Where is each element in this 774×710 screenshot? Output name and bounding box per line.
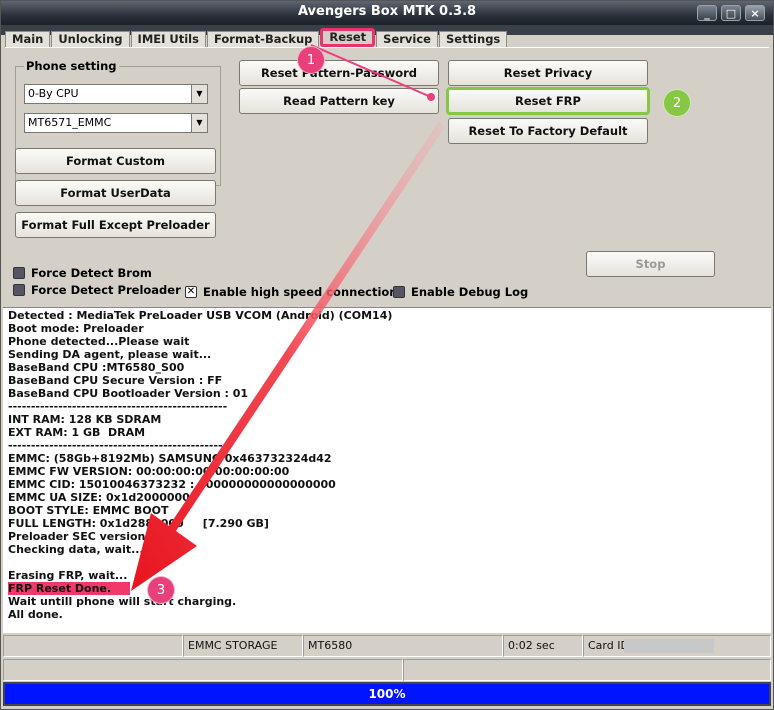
log-line: All done. (8, 608, 63, 621)
reset-factory-button[interactable]: Reset To Factory Default (448, 118, 648, 144)
log-separator: ----------------------------------------… (8, 439, 228, 452)
high-speed-checkbox[interactable]: ✕ Enable high speed connection (185, 285, 397, 299)
reset-privacy-button[interactable]: Reset Privacy (448, 60, 648, 86)
minimize-button[interactable]: _ (697, 5, 717, 21)
status-cell-empty (3, 635, 183, 657)
stop-button[interactable]: Stop (586, 251, 715, 277)
reset-panel: Phone setting 0-By CPU ▼ MT6571_EMMC ▼ F… (5, 47, 769, 307)
reset-pattern-button[interactable]: Reset Pattern-Password (239, 60, 439, 86)
status-card-id: Card ID (583, 635, 771, 657)
progress-bar: 100% (3, 682, 771, 706)
model-select[interactable]: MT6571_EMMC ▼ (24, 113, 208, 133)
log-line: EMMC FW VERSION: 00:00:00:00:00:00:00:00 (8, 465, 290, 478)
step-1-badge: 1 (297, 46, 325, 74)
model-select-value: MT6571_EMMC (28, 116, 112, 129)
read-pattern-button[interactable]: Read Pattern key (239, 88, 439, 114)
log-line: BaseBand CPU :MT6580_S00 (8, 361, 185, 374)
status-bar-secondary (3, 659, 771, 681)
format-full-button[interactable]: Format Full Except Preloader (15, 212, 216, 238)
debug-log-checkbox[interactable]: Enable Debug Log (393, 285, 528, 299)
log-line: Detected : MediaTek PreLoader USB VCOM (… (8, 309, 393, 322)
chevron-down-icon[interactable]: ▼ (191, 114, 207, 132)
log-line: Sending DA agent, please wait... (8, 348, 212, 361)
log-line: INT RAM: 128 KB SDRAM (8, 413, 162, 426)
tab-imei-utils[interactable]: IMEI Utils (130, 31, 206, 47)
step-2-badge: 2 (663, 89, 691, 117)
maximize-button[interactable]: □ (721, 5, 741, 21)
close-button[interactable]: × (745, 5, 765, 21)
app-window: Avengers Box MTK 0.3.8 _ □ × Main Unlock… (0, 0, 774, 710)
log-line: Wait untill phone will start charging. (8, 595, 237, 608)
tab-settings[interactable]: Settings (438, 31, 508, 47)
card-id-label: Card ID (588, 639, 629, 652)
force-brom-label: Force Detect Brom (31, 266, 152, 280)
log-line: Preloader SEC version: 2 (8, 530, 162, 543)
log-line: EMMC UA SIZE: 0x1d2000000 (8, 491, 190, 504)
tab-service[interactable]: Service (376, 31, 438, 47)
status-bar: EMMC STORAGE MT6580 0:02 sec Card ID (3, 635, 771, 657)
checkbox-unchecked-icon[interactable] (393, 286, 405, 298)
format-custom-button[interactable]: Format Custom (15, 148, 216, 174)
log-line: Erasing FRP, wait... (8, 569, 128, 582)
log-line: EMMC: (58Gb+8192Mb) SAMSUNG 0x463732324d… (8, 452, 332, 465)
cpu-select[interactable]: 0-By CPU ▼ (24, 84, 208, 104)
step-3-badge: 3 (147, 576, 175, 604)
log-line: FULL LENGTH: 0x1d2880000 [7.290 GB] (8, 517, 269, 530)
reset-frp-button[interactable]: Reset FRP (446, 87, 650, 115)
log-line: BaseBand CPU Bootloader Version : 01 (8, 387, 249, 400)
checkbox-unchecked-icon[interactable] (13, 284, 25, 296)
log-line: EMMC CID: 15010046373232 : 0000000000000… (8, 478, 336, 491)
status-storage: EMMC STORAGE (183, 635, 303, 657)
phone-setting-title: Phone setting (24, 59, 119, 73)
checkbox-checked-icon[interactable]: ✕ (185, 286, 197, 298)
chevron-down-icon[interactable]: ▼ (191, 85, 207, 103)
log-line: BaseBand CPU Secure Version : FF (8, 374, 223, 387)
format-userdata-button[interactable]: Format UserData (15, 180, 216, 206)
tab-format-backup[interactable]: Format-Backup (206, 31, 320, 47)
cpu-select-value: 0-By CPU (28, 87, 79, 100)
tab-bar: Main Unlocking IMEI Utils Format-Backup … (5, 28, 508, 47)
log-output[interactable]: Detected : MediaTek PreLoader USB VCOM (… (3, 307, 771, 633)
log-separator: ----------------------------------------… (8, 400, 228, 413)
log-line: Checking data, wait... (8, 543, 144, 556)
tab-reset[interactable]: Reset (320, 28, 376, 47)
checkbox-unchecked-icon[interactable] (13, 267, 25, 279)
tab-main[interactable]: Main (5, 31, 51, 47)
status-cell-empty (3, 659, 403, 681)
force-preloader-checkbox[interactable]: Force Detect Preloader (13, 283, 181, 297)
title-bar[interactable]: Avengers Box MTK 0.3.8 _ □ × (1, 1, 773, 25)
window-title: Avengers Box MTK 0.3.8 (297, 4, 477, 19)
debug-log-label: Enable Debug Log (411, 285, 529, 299)
card-id-redacted (624, 639, 714, 653)
log-line: EXT RAM: 1 GB DRAM (8, 426, 146, 439)
status-time: 0:02 sec (503, 635, 583, 657)
log-line: BOOT STYLE: EMMC BOOT (8, 504, 169, 517)
status-chip: MT6580 (303, 635, 503, 657)
status-cell-empty (403, 659, 771, 681)
log-line-frp-done: FRP Reset Done. (8, 582, 130, 595)
log-line: Boot mode: Preloader (8, 322, 144, 335)
high-speed-label: Enable high speed connection (203, 285, 398, 299)
force-preloader-label: Force Detect Preloader (31, 283, 181, 297)
log-line: Phone detected...Please wait (8, 335, 190, 348)
tab-unlocking[interactable]: Unlocking (51, 31, 130, 47)
force-brom-checkbox[interactable]: Force Detect Brom (13, 266, 152, 280)
